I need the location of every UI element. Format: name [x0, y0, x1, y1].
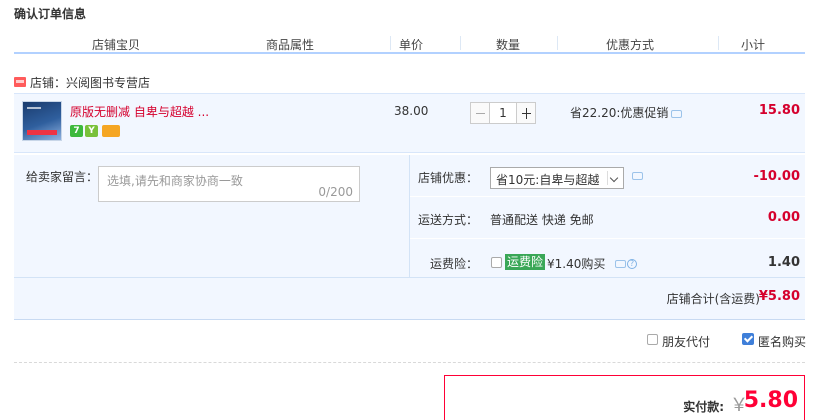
- seller-message-input[interactable]: 选填,请先和商家协商一致 0/200: [98, 166, 360, 202]
- friend-pay-label[interactable]: 朋友代付: [662, 333, 710, 350]
- col-header-attributes: 商品属性: [266, 38, 315, 52]
- shop-discount-label: 店铺优惠：: [418, 171, 479, 185]
- options-divider: [409, 155, 410, 277]
- credit-card-icon: [102, 125, 120, 137]
- unit-price: 38.00: [394, 104, 429, 118]
- col-separator: [557, 36, 558, 50]
- item-subtotal: 15.80: [758, 103, 800, 118]
- friend-pay-checkbox[interactable]: [647, 334, 658, 345]
- payment-label: 实付款:: [683, 400, 724, 414]
- insurance-price: ¥1.40购买: [547, 257, 606, 271]
- insurance-amount: 1.40: [767, 255, 800, 270]
- seller-message-label: 给卖家留言：: [26, 170, 99, 184]
- col-header-subtotal: 小计: [741, 38, 766, 52]
- col-separator: [718, 36, 719, 50]
- quantity-stepper: 1: [470, 102, 536, 124]
- shop-discount-select[interactable]: 省10元:自卑与超越: [490, 167, 624, 189]
- shipping-method: 普通配送 快递 免邮: [490, 213, 594, 227]
- order-options-panel: 给卖家留言： 选填,请先和商家协商一致 0/200 店铺优惠： 省10元:自卑与…: [14, 155, 805, 320]
- product-thumbnail[interactable]: [22, 101, 62, 141]
- anonymous-purchase-checkbox[interactable]: [742, 333, 754, 345]
- shop-discount-amount: -10.00: [753, 169, 800, 184]
- col-separator: [460, 36, 461, 50]
- help-icon[interactable]: ?: [627, 258, 637, 269]
- row-divider: [410, 196, 805, 197]
- quantity-increase-button[interactable]: [516, 102, 536, 124]
- service-guarantee-icon: Y: [85, 125, 98, 137]
- insurance-checkbox[interactable]: [491, 257, 502, 268]
- seller-message-counter: 0/200: [318, 185, 353, 199]
- col-header-promotion: 优惠方式: [606, 38, 655, 52]
- anonymous-purchase-label[interactable]: 匿名购买: [758, 333, 806, 350]
- col-separator: [390, 36, 391, 50]
- shop-icon: [14, 77, 26, 87]
- order-item-row: 原版无删减 自卑与超越 ... 7 Y 38.00 1 省22.20:优惠促销 …: [14, 93, 805, 153]
- table-header: 店铺宝贝 商品属性 单价 数量 优惠方式 小计: [14, 34, 805, 54]
- promotion-text: 省22.20:优惠促销: [570, 106, 669, 120]
- chevron-down-icon: [607, 171, 619, 185]
- order-footer-options: 朋友代付 匿名购买: [14, 323, 806, 363]
- col-header-item: 店铺宝贝: [92, 38, 141, 52]
- product-title-link[interactable]: 原版无删减 自卑与超越 ...: [70, 103, 209, 120]
- shipping-label: 运送方式：: [418, 213, 479, 227]
- quantity-input[interactable]: 1: [490, 102, 516, 124]
- insurance-tag: 运费险: [505, 254, 546, 270]
- shipping-amount: 0.00: [767, 210, 800, 225]
- quantity-decrease-button[interactable]: [470, 102, 490, 124]
- shop-total-label: 店铺合计(含运费): [666, 292, 760, 306]
- shop-row: 店铺：兴阅图书专营店: [14, 72, 150, 92]
- col-header-quantity: 数量: [496, 38, 521, 52]
- payment-summary-box: 实付款: ￥ 5.80: [444, 375, 805, 420]
- promotion-info: 省22.20:优惠促销: [570, 104, 683, 121]
- col-header-unit-price: 单价: [399, 38, 424, 52]
- promotion-chat-icon[interactable]: [671, 109, 683, 118]
- section-title: 确认订单信息: [14, 7, 87, 21]
- shop-discount-selected: 省10元:自卑与超越: [496, 173, 600, 187]
- insurance-help: ?: [612, 256, 637, 270]
- discount-chat-icon[interactable]: [632, 172, 643, 180]
- seven-day-return-icon: 7: [70, 125, 83, 137]
- row-divider: [410, 238, 805, 239]
- insurance-label: 运费险：: [430, 257, 479, 271]
- shop-total-band: 店铺合计(含运费) ¥5.80: [14, 277, 805, 320]
- seller-message-placeholder: 选填,请先和商家协商一致: [107, 174, 243, 188]
- insurance-chat-icon[interactable]: [615, 259, 626, 268]
- shop-total-value: ¥5.80: [758, 289, 800, 304]
- payment-amount: 5.80: [743, 388, 798, 413]
- shop-name-link[interactable]: 店铺：兴阅图书专营店: [30, 74, 150, 91]
